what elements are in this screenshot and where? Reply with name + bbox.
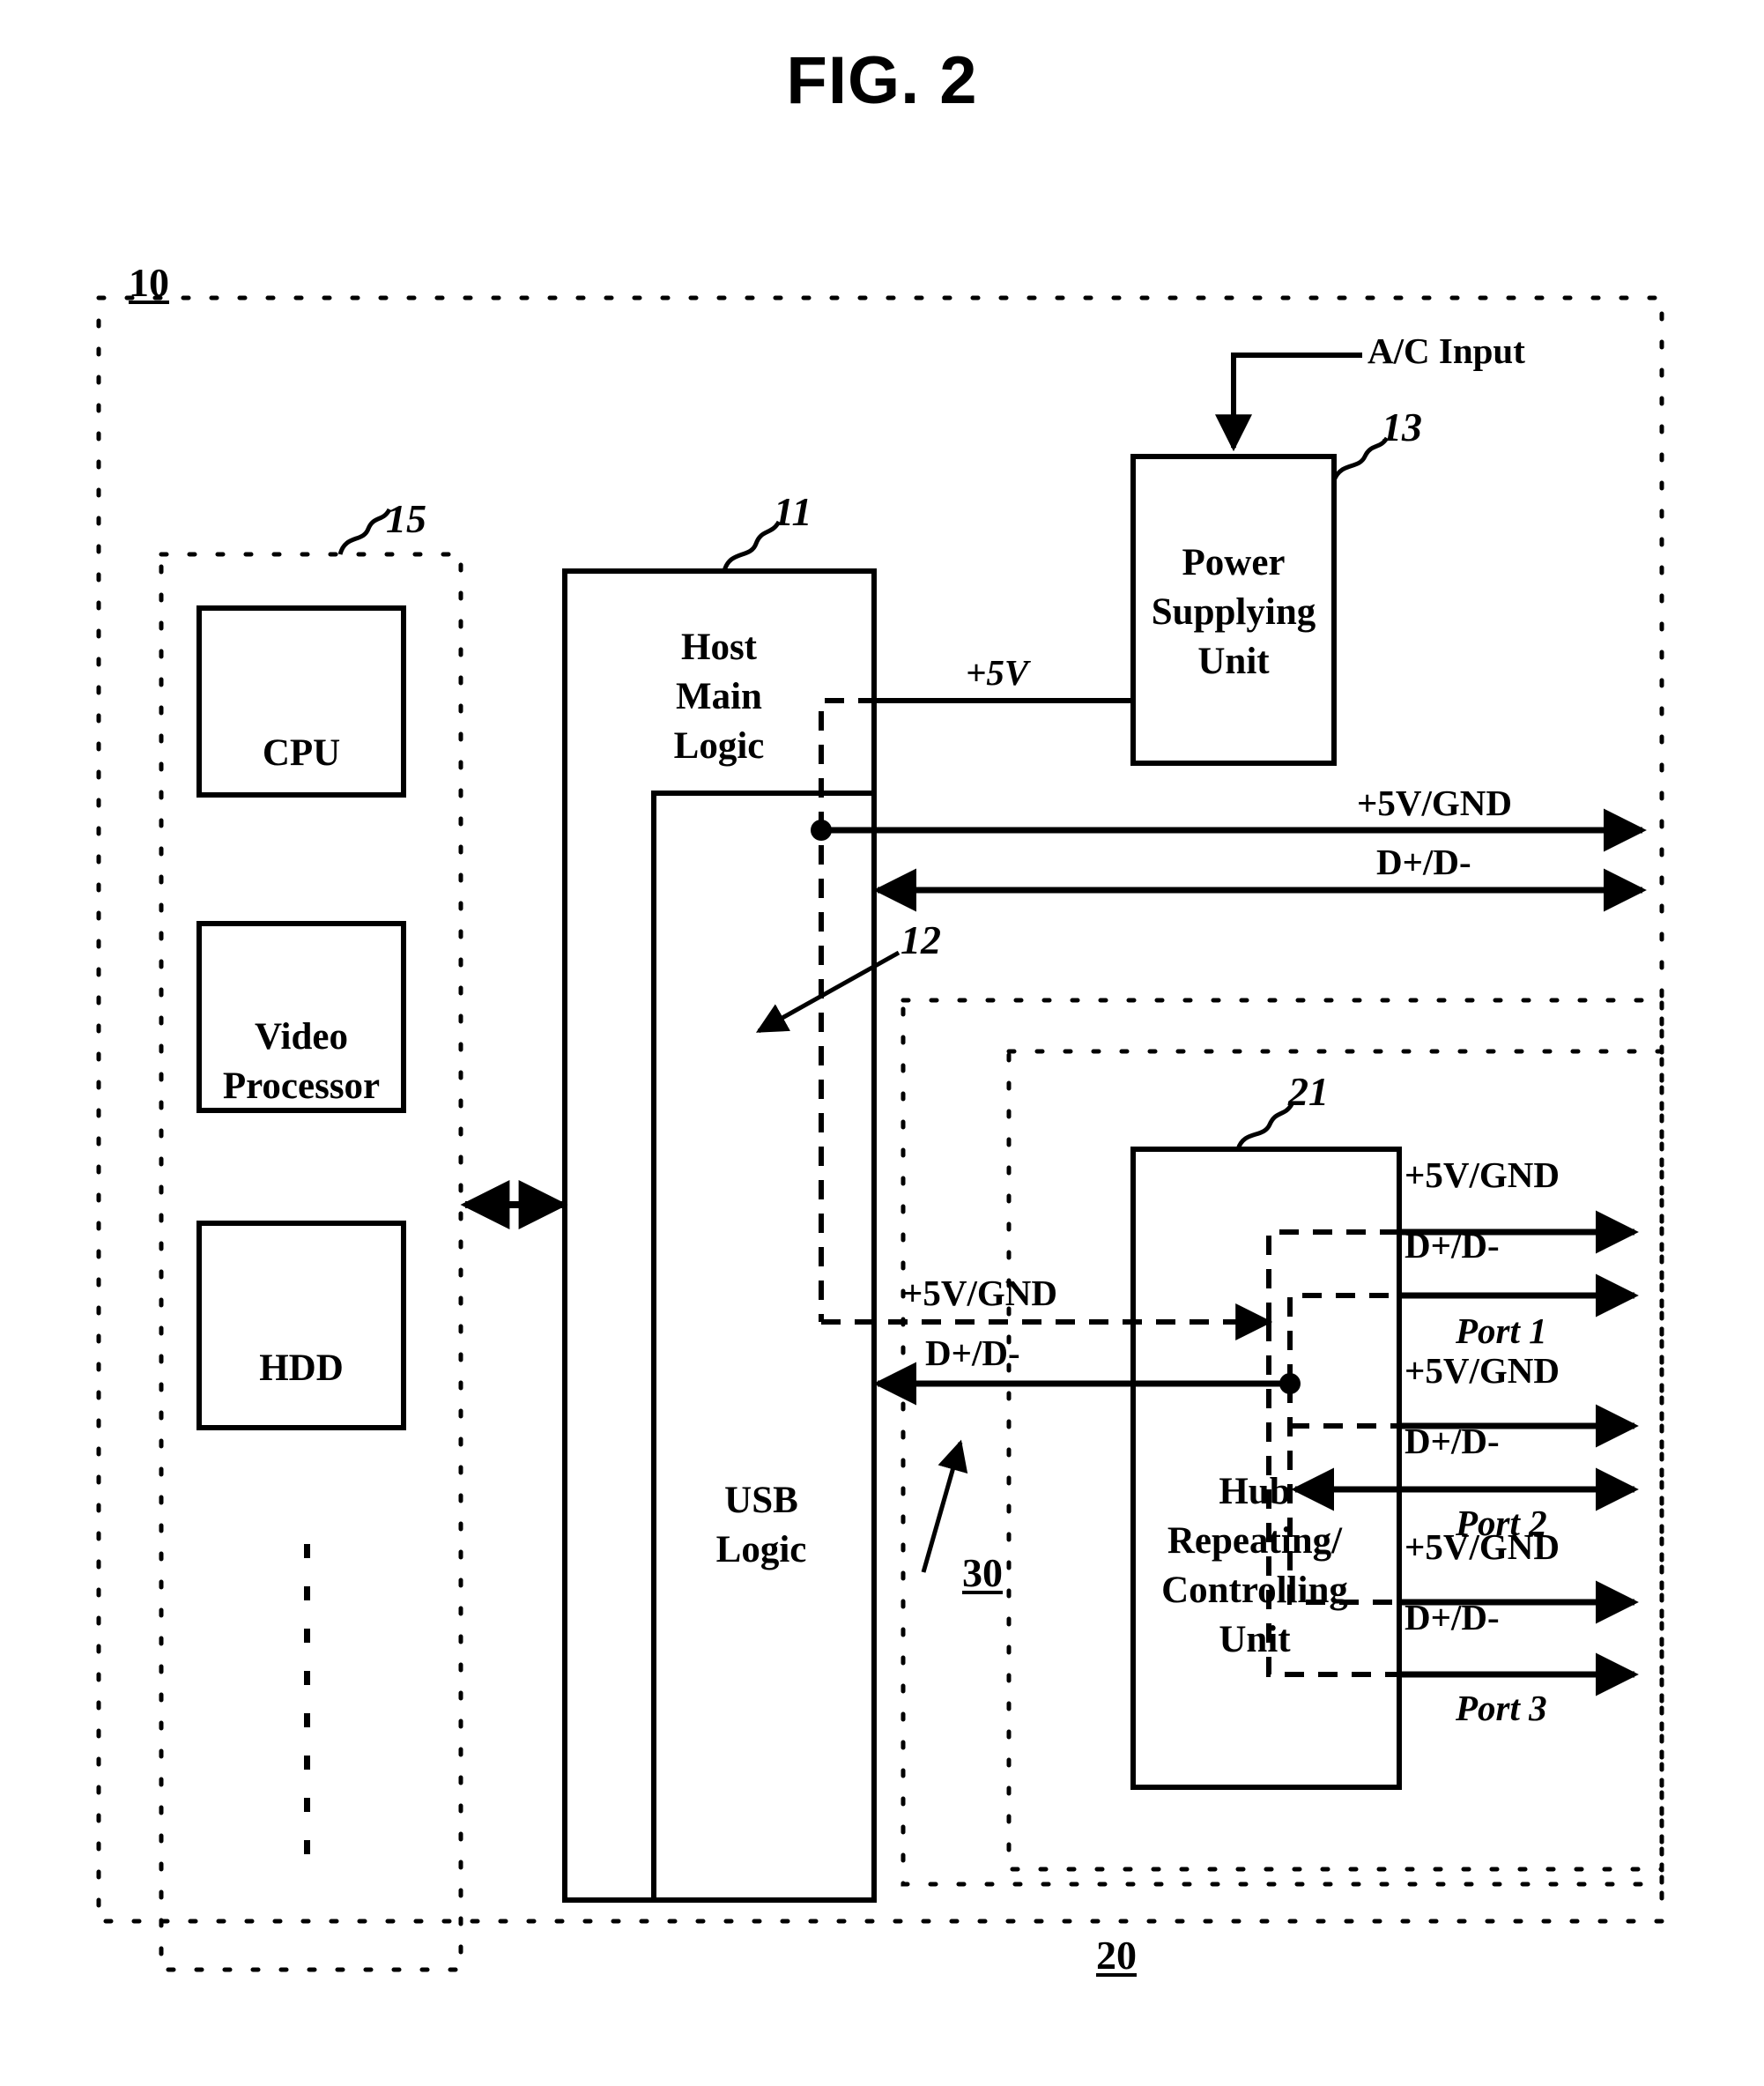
port3-label: Port 3 xyxy=(1456,1688,1547,1728)
refnum-21: 21 xyxy=(1288,1069,1329,1114)
leader-21 xyxy=(1235,1102,1294,1150)
hub-internal-junction-dot xyxy=(1279,1373,1301,1394)
refnum-20: 20 xyxy=(1096,1933,1137,1978)
leader-12 xyxy=(755,950,901,1034)
hub-device-boundary xyxy=(901,998,1664,1887)
port3-power-label: +5V/GND xyxy=(1405,1526,1560,1567)
leader-11 xyxy=(722,520,782,572)
host-main-logic-label-line1: Host xyxy=(681,627,757,668)
usb-logic-label-line2: Logic xyxy=(715,1529,807,1570)
host-main-logic-label-line2: Main xyxy=(676,676,762,717)
refnum-10: 10 xyxy=(129,260,169,305)
power-bus-junction-dot xyxy=(811,820,832,841)
power-supplying-unit-label-line2: Supplying xyxy=(1151,591,1316,633)
refnum-30: 30 xyxy=(962,1550,1003,1595)
hub-data-rail-dashed xyxy=(1287,1293,1399,1384)
host-power-bus-label: +5V/GND xyxy=(1357,783,1512,823)
host-data-bus-label: D+/D- xyxy=(1376,842,1471,882)
port2-data-label: D+/D- xyxy=(1405,1421,1500,1461)
host-main-logic-label-line3: Logic xyxy=(673,725,765,767)
hub-unit-label-line2: Repeating/ xyxy=(1167,1520,1343,1562)
usb-logic-label-line1: USB xyxy=(724,1480,798,1521)
power-supplying-unit-label-line1: Power xyxy=(1182,542,1286,583)
ac-input-line xyxy=(1215,353,1362,452)
cable-data-label: D+/D- xyxy=(925,1333,1020,1373)
usb-logic-block xyxy=(651,791,877,1903)
cpu-label: CPU xyxy=(262,732,341,774)
hub-unit-label-line3: Controlling xyxy=(1161,1570,1348,1611)
refnum-15: 15 xyxy=(386,496,426,541)
video-processor-label-line2: Processor xyxy=(222,1065,381,1107)
hdd-block xyxy=(196,1221,406,1430)
port2-power-label: +5V/GND xyxy=(1405,1350,1560,1391)
video-processor-label-line1: Video xyxy=(255,1016,348,1058)
port3-data-label: D+/D- xyxy=(1405,1597,1500,1637)
plus5v-label: +5V xyxy=(966,652,1029,693)
host-main-logic-block xyxy=(562,568,877,1903)
leader-15 xyxy=(337,508,392,555)
refnum-12: 12 xyxy=(901,917,941,962)
hub-unit-label-line1: Hub xyxy=(1219,1471,1291,1512)
port1-label: Port 1 xyxy=(1456,1310,1547,1351)
refnum-11: 11 xyxy=(774,489,812,534)
patent-figure: FIG. 2 10 15 11 12 13 21 30 20 CPU Video… xyxy=(0,0,1764,2086)
hub-unit-label-line4: Unit xyxy=(1219,1619,1291,1660)
port1-data-label: D+/D- xyxy=(1405,1225,1500,1266)
leader-30 xyxy=(921,1439,968,1573)
cable-power-label: +5V/GND xyxy=(902,1273,1057,1313)
ac-input-label: A/C Input xyxy=(1367,330,1525,371)
refnum-13: 13 xyxy=(1382,405,1422,449)
power-supplying-unit-label-line3: Unit xyxy=(1197,641,1270,682)
hdd-label: HDD xyxy=(259,1347,344,1389)
hub-inner-boundary xyxy=(1006,1049,1664,1872)
port1-power-label: +5V/GND xyxy=(1405,1154,1560,1195)
vertical-ellipsis xyxy=(304,1544,310,1854)
leader-13 xyxy=(1331,436,1390,482)
